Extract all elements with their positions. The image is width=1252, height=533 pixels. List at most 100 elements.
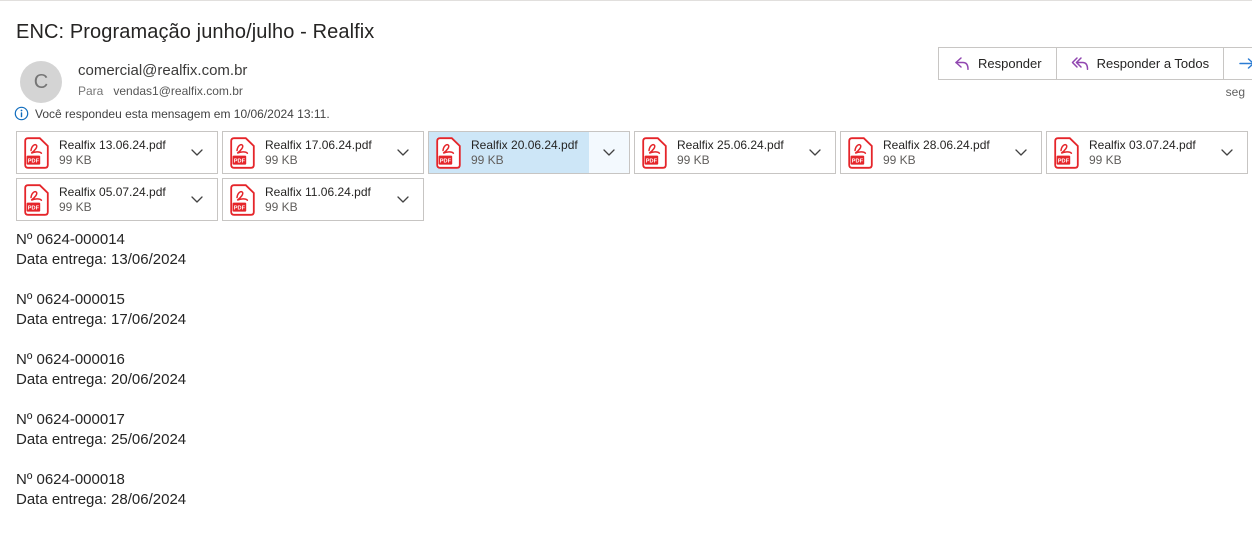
attachment-dropdown-button[interactable] [177, 179, 217, 220]
reply-button[interactable]: Responder [938, 47, 1057, 80]
order-number: Nº 0624-000015 [16, 290, 186, 310]
pdf-file-icon: PDF [24, 184, 49, 216]
attachment-dropdown-button[interactable] [1207, 132, 1247, 173]
reply-all-icon [1071, 56, 1089, 71]
order-number: Nº 0624-000017 [16, 410, 186, 430]
replied-info-banner: Você respondeu esta mensagem em 10/06/20… [14, 106, 330, 121]
attachment-open-area[interactable]: PDF Realfix 17.06.24.pdf 99 KB [223, 132, 383, 173]
attachment-open-area[interactable]: PDF Realfix 11.06.24.pdf 99 KB [223, 179, 383, 220]
svg-text:PDF: PDF [28, 205, 40, 211]
to-label: Para [78, 84, 103, 98]
attachment-dropdown-button[interactable] [795, 132, 835, 173]
sender-address[interactable]: comercial@realfix.com.br [78, 62, 247, 79]
chevron-down-icon [191, 196, 203, 204]
sender-avatar[interactable]: C [20, 61, 62, 103]
reply-button-label: Responder [978, 56, 1042, 71]
attachment-open-area[interactable]: PDF Realfix 20.06.24.pdf 99 KB [429, 132, 589, 173]
svg-text:PDF: PDF [852, 158, 864, 164]
pdf-file-icon: PDF [230, 184, 255, 216]
email-body: Nº 0624-000014 Data entrega: 13/06/2024 … [16, 230, 186, 530]
attachment-open-area[interactable]: PDF Realfix 03.07.24.pdf 99 KB [1047, 132, 1207, 173]
sent-date-short: seg [1226, 85, 1245, 99]
attachment-meta: Realfix 13.06.24.pdf 99 KB [59, 137, 166, 168]
sender-avatar-initial: C [34, 71, 48, 94]
attachment-filesize: 99 KB [471, 153, 578, 168]
message-actions-toolbar: Responder Responder a Todos Encaminhar [938, 47, 1252, 80]
forward-button[interactable]: Encaminhar [1223, 47, 1252, 80]
attachment-filename: Realfix 03.07.24.pdf [1089, 137, 1196, 153]
attachment-filesize: 99 KB [1089, 153, 1196, 168]
pdf-file-icon: PDF [230, 137, 255, 169]
svg-text:PDF: PDF [1058, 158, 1070, 164]
chevron-down-icon [1221, 149, 1233, 157]
attachment-open-area[interactable]: PDF Realfix 05.07.24.pdf 99 KB [17, 179, 177, 220]
attachment-dropdown-button[interactable] [1001, 132, 1041, 173]
order-entry: Nº 0624-000015 Data entrega: 17/06/2024 [16, 290, 186, 330]
order-delivery-date: Data entrega: 25/06/2024 [16, 430, 186, 450]
chevron-down-icon [397, 196, 409, 204]
attachments-strip: PDF Realfix 13.06.24.pdf 99 KB PDF [16, 131, 1252, 221]
attachment-filesize: 99 KB [265, 200, 371, 215]
attachment-card[interactable]: PDF Realfix 11.06.24.pdf 99 KB [222, 178, 424, 221]
attachment-open-area[interactable]: PDF Realfix 28.06.24.pdf 99 KB [841, 132, 1001, 173]
chevron-down-icon [603, 149, 615, 157]
attachment-open-area[interactable]: PDF Realfix 13.06.24.pdf 99 KB [17, 132, 177, 173]
order-number: Nº 0624-000016 [16, 350, 186, 370]
attachment-dropdown-button[interactable] [589, 132, 629, 173]
attachment-filename: Realfix 17.06.24.pdf [265, 137, 372, 153]
svg-text:PDF: PDF [646, 158, 658, 164]
attachment-meta: Realfix 05.07.24.pdf 99 KB [59, 184, 166, 215]
attachment-meta: Realfix 25.06.24.pdf 99 KB [677, 137, 784, 168]
attachment-card[interactable]: PDF Realfix 28.06.24.pdf 99 KB [840, 131, 1042, 174]
chevron-down-icon [1015, 149, 1027, 157]
attachment-filename: Realfix 11.06.24.pdf [265, 184, 371, 200]
attachment-open-area[interactable]: PDF Realfix 25.06.24.pdf 99 KB [635, 132, 795, 173]
pdf-file-icon: PDF [24, 137, 49, 169]
attachment-filename: Realfix 20.06.24.pdf [471, 137, 578, 153]
chevron-down-icon [809, 149, 821, 157]
attachment-dropdown-button[interactable] [383, 132, 423, 173]
svg-text:PDF: PDF [440, 158, 452, 164]
attachment-filename: Realfix 05.07.24.pdf [59, 184, 166, 200]
replied-info-text: Você respondeu esta mensagem em 10/06/20… [35, 107, 330, 121]
attachment-filesize: 99 KB [59, 200, 166, 215]
attachment-filename: Realfix 25.06.24.pdf [677, 137, 784, 153]
order-entry: Nº 0624-000014 Data entrega: 13/06/2024 [16, 230, 186, 270]
recipient-row: Para vendas1@realfix.com.br [78, 84, 243, 98]
order-number: Nº 0624-000018 [16, 470, 186, 490]
svg-text:PDF: PDF [234, 158, 246, 164]
reply-icon [953, 56, 970, 71]
email-subject: ENC: Programação junho/julho - Realfix [16, 21, 374, 44]
email-reading-pane: ENC: Programação junho/julho - Realfix R… [0, 0, 1252, 533]
attachment-card-selected[interactable]: PDF Realfix 20.06.24.pdf 99 KB [428, 131, 630, 174]
attachment-dropdown-button[interactable] [177, 132, 217, 173]
order-entry: Nº 0624-000016 Data entrega: 20/06/2024 [16, 350, 186, 390]
attachment-card[interactable]: PDF Realfix 05.07.24.pdf 99 KB [16, 178, 218, 221]
attachment-filesize: 99 KB [265, 153, 372, 168]
attachment-filesize: 99 KB [677, 153, 784, 168]
pdf-file-icon: PDF [848, 137, 873, 169]
attachment-filesize: 99 KB [59, 153, 166, 168]
attachment-card[interactable]: PDF Realfix 17.06.24.pdf 99 KB [222, 131, 424, 174]
svg-text:PDF: PDF [28, 158, 40, 164]
order-delivery-date: Data entrega: 17/06/2024 [16, 310, 186, 330]
order-delivery-date: Data entrega: 20/06/2024 [16, 370, 186, 390]
order-delivery-date: Data entrega: 28/06/2024 [16, 490, 186, 510]
attachment-filesize: 99 KB [883, 153, 990, 168]
pdf-file-icon: PDF [436, 137, 461, 169]
reply-all-button[interactable]: Responder a Todos [1056, 47, 1225, 80]
attachment-card[interactable]: PDF Realfix 13.06.24.pdf 99 KB [16, 131, 218, 174]
attachment-dropdown-button[interactable] [383, 179, 423, 220]
order-delivery-date: Data entrega: 13/06/2024 [16, 250, 186, 270]
attachment-card[interactable]: PDF Realfix 25.06.24.pdf 99 KB [634, 131, 836, 174]
attachment-meta: Realfix 20.06.24.pdf 99 KB [471, 137, 578, 168]
attachment-filename: Realfix 13.06.24.pdf [59, 137, 166, 153]
attachment-meta: Realfix 28.06.24.pdf 99 KB [883, 137, 990, 168]
chevron-down-icon [397, 149, 409, 157]
reply-all-button-label: Responder a Todos [1097, 56, 1210, 71]
order-number: Nº 0624-000014 [16, 230, 186, 250]
attachment-card[interactable]: PDF Realfix 03.07.24.pdf 99 KB [1046, 131, 1248, 174]
recipient-address[interactable]: vendas1@realfix.com.br [113, 84, 243, 98]
order-entry: Nº 0624-000018 Data entrega: 28/06/2024 [16, 470, 186, 510]
attachment-meta: Realfix 11.06.24.pdf 99 KB [265, 184, 371, 215]
